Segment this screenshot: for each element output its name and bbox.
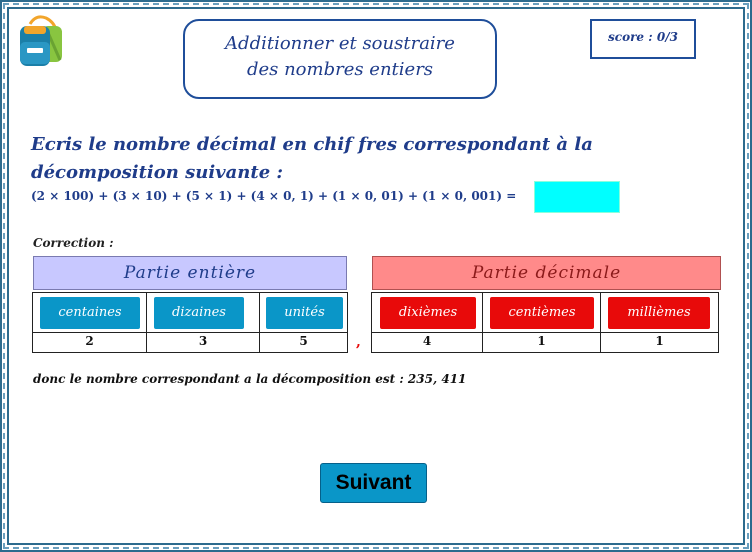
score-box: score : 0/3 xyxy=(590,19,696,59)
correction-label: Correction : xyxy=(33,236,114,250)
centiemes-button[interactable]: centièmes xyxy=(490,297,594,329)
question-line-2: décomposition suivante : xyxy=(31,162,284,183)
partie-decimale-label: Partie décimale xyxy=(471,263,622,283)
milliemes-button[interactable]: millièmes xyxy=(608,297,710,329)
digit-milliemes: 1 xyxy=(655,334,664,348)
partie-entiere-label: Partie entière xyxy=(123,263,257,283)
partie-entiere-header: Partie entière xyxy=(33,256,347,290)
partie-decimale-header: Partie décimale xyxy=(372,256,721,290)
conclusion-text: donc le nombre correspondant a la décomp… xyxy=(33,372,467,386)
grid-line xyxy=(32,332,348,333)
score-text: score : 0/3 xyxy=(608,30,678,44)
title-line-2: des nombres entiers xyxy=(246,59,434,80)
digit-unites: 5 xyxy=(299,334,308,348)
digit-dixiemes: 4 xyxy=(422,334,432,348)
decomposition-equation: (2 × 100) + (3 × 10) + (5 × 1) + (4 × 0,… xyxy=(31,189,517,203)
digit-dizaines: 3 xyxy=(198,334,208,348)
grid-line xyxy=(32,352,348,353)
unites-button[interactable]: unités xyxy=(266,297,343,329)
title-box: Additionner et soustraire des nombres en… xyxy=(183,19,497,99)
grid-line xyxy=(718,292,719,353)
digit-centiemes: 1 xyxy=(537,334,546,348)
question-line-1: Ecris le nombre décimal en chif fres cor… xyxy=(31,134,593,155)
digit-centaines: 2 xyxy=(85,334,94,348)
grid-line xyxy=(32,292,348,293)
dixiemes-button[interactable]: dixièmes xyxy=(380,297,476,329)
decimal-comma: , xyxy=(356,334,361,350)
centaines-button[interactable]: centaines xyxy=(40,297,140,329)
answer-input[interactable] xyxy=(534,181,620,213)
grid-line xyxy=(371,292,719,293)
grid-line xyxy=(347,292,348,353)
backpack-icon xyxy=(16,14,66,70)
dizaines-button[interactable]: dizaines xyxy=(154,297,244,329)
grid-line xyxy=(371,352,719,353)
title-line-1: Additionner et soustraire xyxy=(225,33,455,54)
grid-line xyxy=(371,332,719,333)
next-button[interactable]: Suivant xyxy=(320,463,427,503)
